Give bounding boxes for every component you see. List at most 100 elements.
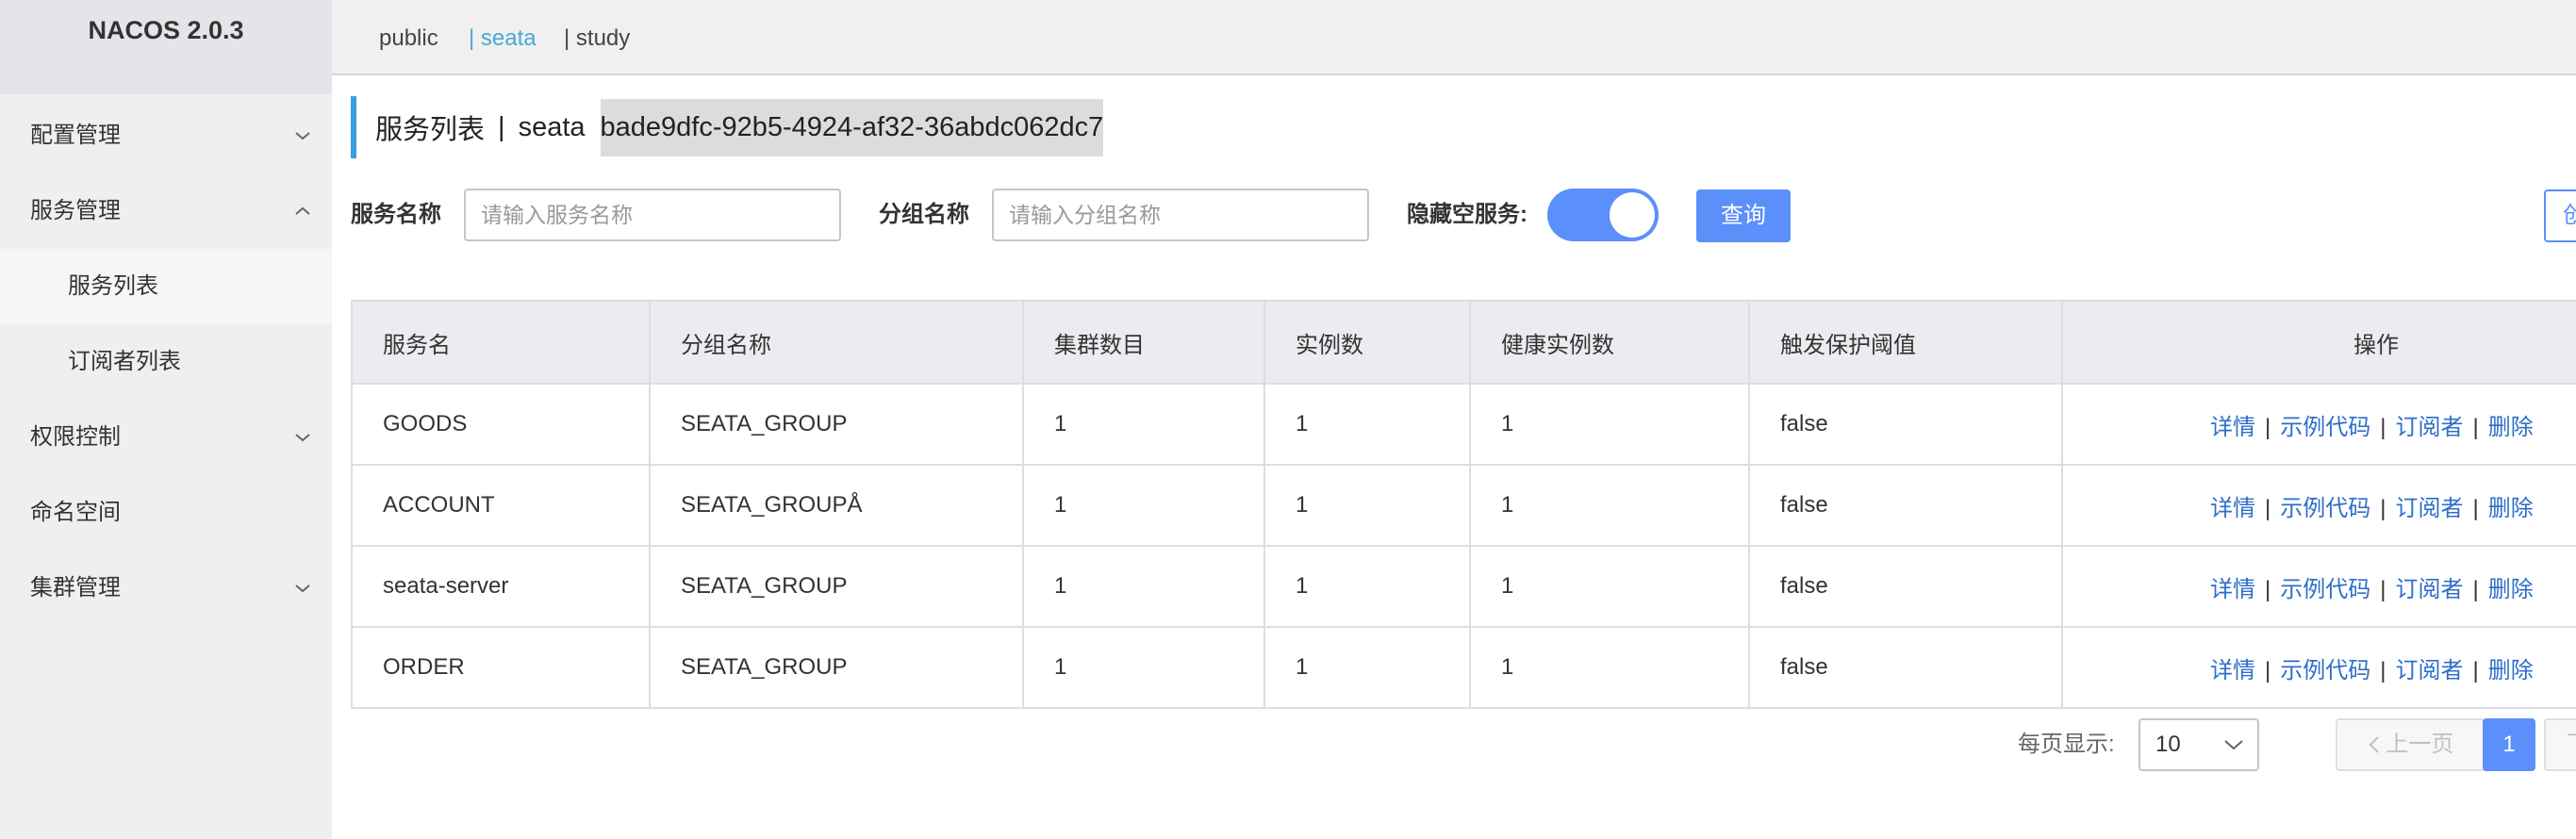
action-separator: | (2265, 414, 2271, 440)
action-separator: | (2472, 414, 2479, 440)
delete-link[interactable]: 删除 (2488, 577, 2534, 602)
prev-page-label: 上一页 (2386, 732, 2454, 757)
prev-page-button[interactable]: 上一页 (2336, 718, 2486, 771)
sidebar-item-label: 服务管理 (30, 198, 121, 223)
table-header-row: 服务名 分组名称 集群数目 实例数 健康实例数 触发保护阈值 操作 (351, 300, 2576, 385)
detail-link[interactable]: 详情 (2210, 658, 2255, 683)
action-separator: | (2380, 576, 2386, 602)
column-header-actions: 操作 (2061, 300, 2576, 385)
cell-service-name: ORDER (351, 626, 651, 709)
action-separator: | (2380, 495, 2386, 521)
query-button[interactable]: 查询 (1696, 189, 1791, 242)
group-name-label: 分组名称 (879, 202, 969, 227)
sidebar: NACOS 2.0.3 配置管理 服务管理 服务列表 订阅者列表 权限控制 命名… (0, 0, 332, 839)
cell-actions: 详情 | 示例代码 | 订阅者 | 删除 (2061, 383, 2576, 466)
sidebar-item-service-management[interactable]: 服务管理 (0, 173, 332, 249)
cell-group-name: SEATA_GROUPÅ (649, 464, 1024, 547)
delete-link[interactable]: 删除 (2488, 496, 2534, 521)
subscribers-link[interactable]: 订阅者 (2395, 415, 2463, 440)
cell-cluster-count: 1 (1022, 626, 1265, 709)
namespace-tab-public[interactable]: public (379, 0, 438, 75)
cell-instance-count: 1 (1263, 464, 1471, 547)
sample-code-link[interactable]: 示例代码 (2280, 415, 2370, 440)
sidebar-item-namespace[interactable]: 命名空间 (0, 475, 332, 551)
chevron-up-icon (292, 173, 313, 249)
sidebar-item-label: 权限控制 (30, 424, 121, 450)
cell-instance-count: 1 (1263, 626, 1471, 709)
page-title-text: 服务列表 (375, 115, 486, 145)
detail-link[interactable]: 详情 (2210, 577, 2255, 602)
cell-service-name: ACCOUNT (351, 464, 651, 547)
table-row: ACCOUNT SEATA_GROUPÅ 1 1 1 false 详情 | 示例代码… (351, 464, 2576, 547)
cell-actions: 详情 | 示例代码 | 订阅者 | 删除 (2061, 464, 2576, 547)
namespace-tab-seata[interactable]: | seata (469, 0, 537, 75)
delete-link[interactable]: 删除 (2488, 658, 2534, 683)
cell-healthy-count: 1 (1469, 626, 1750, 709)
chevron-down-icon (292, 98, 313, 173)
cell-healthy-count: 1 (1469, 383, 1750, 466)
action-separator: | (2265, 495, 2271, 521)
hide-empty-label: 隐藏空服务: (1407, 202, 1527, 227)
table-row: ORDER SEATA_GROUP 1 1 1 false 详情 | 示例代码 | 订阅… (351, 626, 2576, 709)
subscribers-link[interactable]: 订阅者 (2395, 496, 2463, 521)
sample-code-link[interactable]: 示例代码 (2280, 496, 2370, 521)
create-service-button[interactable]: 创 (2544, 189, 2576, 242)
delete-link[interactable]: 删除 (2488, 415, 2534, 440)
action-separator: | (2380, 414, 2386, 440)
sample-code-link[interactable]: 示例代码 (2280, 658, 2370, 683)
sample-code-link[interactable]: 示例代码 (2280, 577, 2370, 602)
service-name-label: 服务名称 (351, 202, 441, 227)
current-page-button[interactable]: 1 (2483, 718, 2535, 771)
next-page-button[interactable]: 下 (2544, 718, 2576, 771)
sidebar-item-config-management[interactable]: 配置管理 (0, 98, 332, 173)
column-header: 分组名称 (649, 300, 1024, 385)
namespace-id: bade9dfc-92b5-4924-af32-36abdc062dc7 (600, 98, 1104, 156)
chevron-down-icon (292, 551, 313, 626)
cell-actions: 详情 | 示例代码 | 订阅者 | 删除 (2061, 545, 2576, 628)
service-name-input[interactable] (464, 189, 841, 241)
group-name-input[interactable] (992, 189, 1369, 241)
chevron-down-icon (292, 400, 313, 475)
action-separator: | (2472, 495, 2479, 521)
chevron-down-icon (2223, 720, 2244, 769)
page-size-value: 10 (2155, 732, 2181, 757)
app-logo: NACOS 2.0.3 (0, 0, 332, 94)
sidebar-item-subscriber-list[interactable]: 订阅者列表 (0, 324, 332, 400)
cell-service-name: GOODS (351, 383, 651, 466)
column-header: 健康实例数 (1469, 300, 1750, 385)
cell-service-name: seata-server (351, 545, 651, 628)
column-header: 触发保护阈值 (1748, 300, 2063, 385)
cell-healthy-count: 1 (1469, 545, 1750, 628)
cell-protect-threshold: false (1748, 383, 2063, 466)
sidebar-item-label: 配置管理 (30, 123, 121, 148)
column-header: 集群数目 (1022, 300, 1265, 385)
action-separator: | (2265, 657, 2271, 683)
toggle-knob (1610, 192, 1655, 238)
cell-cluster-count: 1 (1022, 383, 1265, 466)
detail-link[interactable]: 详情 (2210, 496, 2255, 521)
cell-protect-threshold: false (1748, 464, 2063, 547)
detail-link[interactable]: 详情 (2210, 415, 2255, 440)
cell-instance-count: 1 (1263, 383, 1471, 466)
action-separator: | (2380, 657, 2386, 683)
subscribers-link[interactable]: 订阅者 (2395, 577, 2463, 602)
namespace-bar: public | seata | study (332, 0, 2576, 75)
subscribers-link[interactable]: 订阅者 (2395, 658, 2463, 683)
sidebar-item-access-control[interactable]: 权限控制 (0, 400, 332, 475)
column-header: 服务名 (351, 300, 651, 385)
cell-instance-count: 1 (1263, 545, 1471, 628)
action-separator: | (2265, 576, 2271, 602)
table-row: seata-server SEATA_GROUP 1 1 1 false 详情 |… (351, 545, 2576, 628)
page-size-select[interactable]: 10 (2138, 718, 2259, 771)
sidebar-item-service-list[interactable]: 服务列表 (0, 249, 332, 324)
cell-cluster-count: 1 (1022, 464, 1265, 547)
column-header: 实例数 (1263, 300, 1471, 385)
namespace-tab-study[interactable]: | study (564, 0, 630, 75)
column-header-label: 操作 (2353, 332, 2399, 358)
title-separator: | (498, 111, 505, 142)
action-separator: | (2472, 576, 2479, 602)
sidebar-item-cluster-management[interactable]: 集群管理 (0, 551, 332, 626)
service-table: 服务名 分组名称 集群数目 实例数 健康实例数 触发保护阈值 操作 GOODS … (351, 300, 2576, 709)
hide-empty-toggle[interactable] (1547, 189, 1659, 241)
cell-group-name: SEATA_GROUP (649, 545, 1024, 628)
